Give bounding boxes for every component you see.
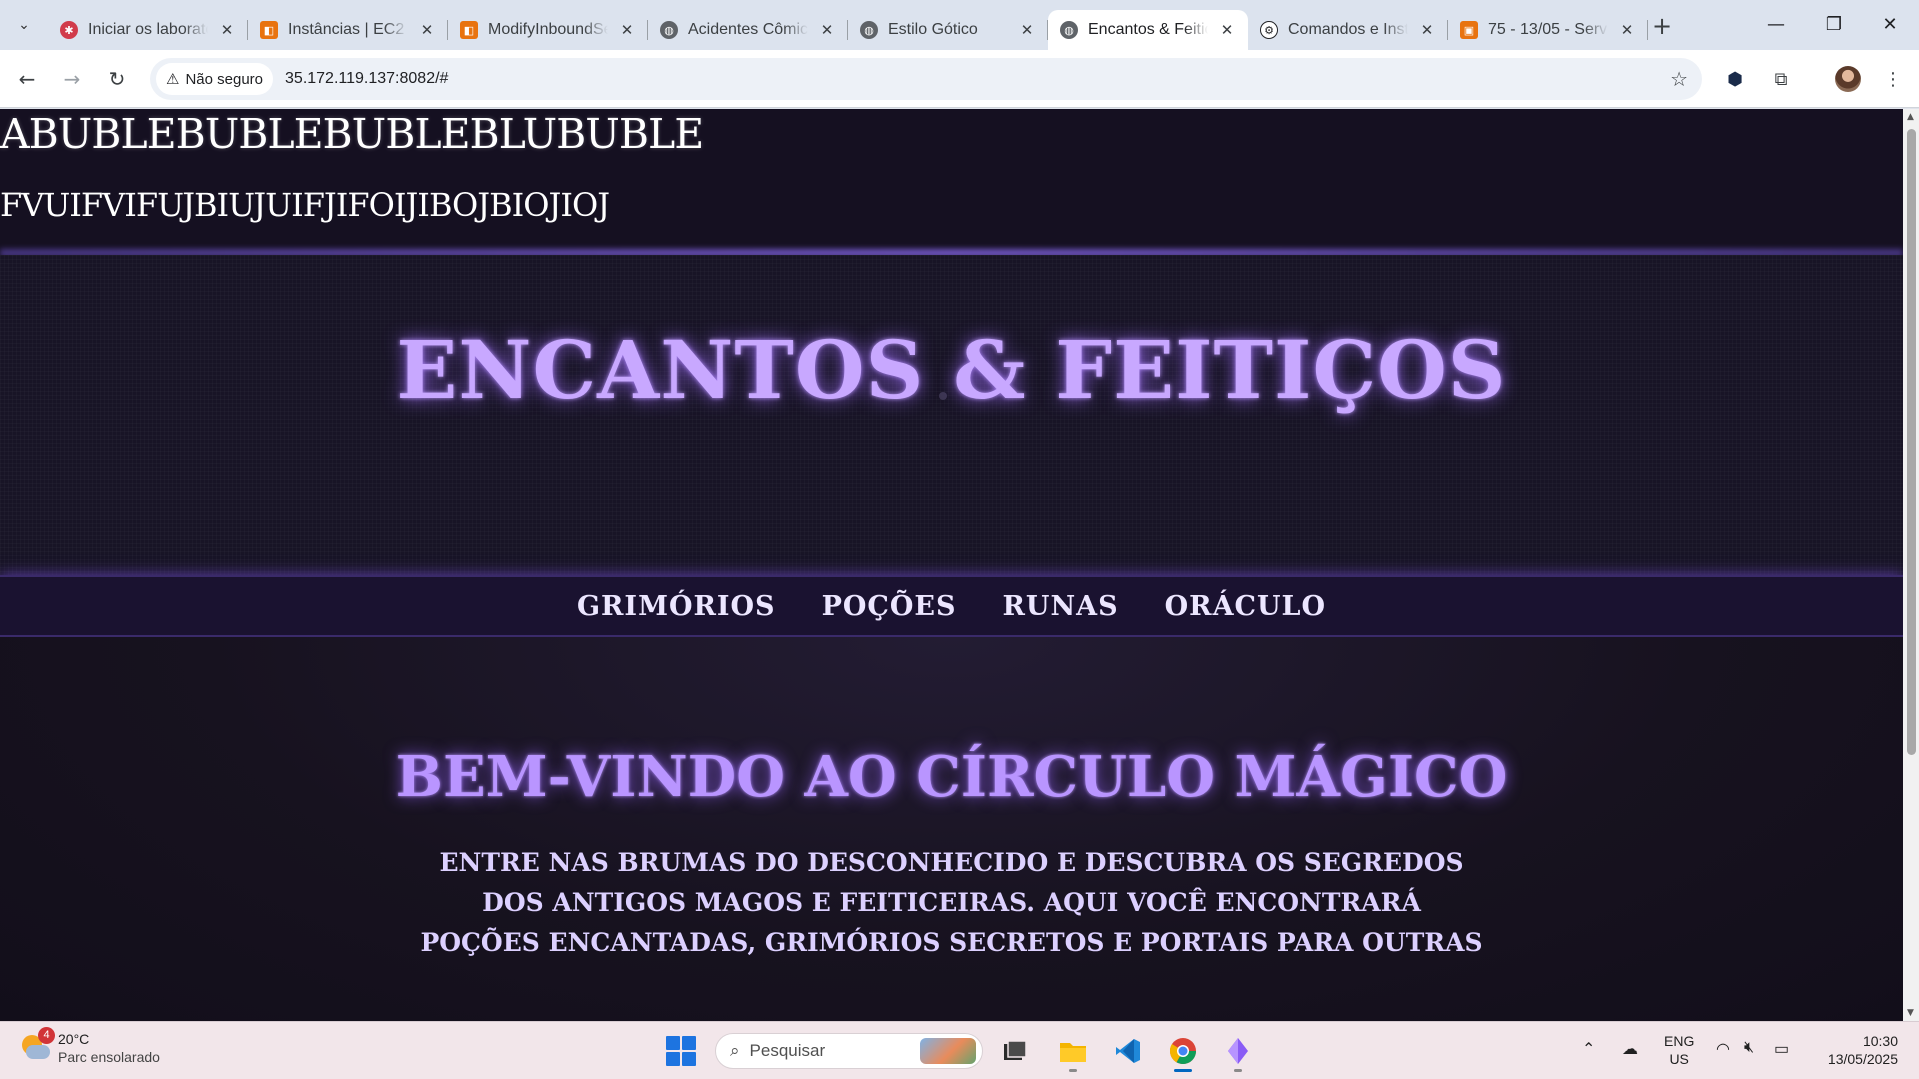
taskbar-search[interactable]: ⌕ Pesquisar [715, 1033, 983, 1069]
chrome-icon[interactable] [1163, 1032, 1203, 1072]
new-tab-button[interactable]: + [1648, 12, 1676, 40]
globe-icon: ◍ [660, 21, 678, 39]
weather-widget[interactable]: 4 20°C Parc ensolarado [20, 1027, 160, 1066]
tab-title: Comandos e Instruções [1288, 21, 1408, 38]
extension-hex-icon[interactable]: ⬢ [1720, 64, 1750, 94]
tab-strip: ⌄ ✱ Iniciar os laboratório ✕ ◧ Instância… [0, 0, 1919, 50]
aws-icon: ◧ [260, 21, 278, 39]
close-window-icon[interactable]: ✕ [1870, 8, 1910, 40]
site-title: ENCANTOS & FEITIÇOS [396, 323, 1507, 417]
nav-grimorios[interactable]: Grimórios [577, 591, 776, 622]
battery-icon[interactable]: ▭ [1774, 1039, 1789, 1059]
profile-avatar[interactable] [1833, 64, 1863, 94]
vscode-icon[interactable] [1108, 1032, 1148, 1070]
tab-title: 75 - 13/05 - Servidores [1488, 21, 1608, 38]
tray-chevron-up-icon[interactable]: ⌃ [1582, 1039, 1595, 1059]
tab-title: Acidentes Cômicos [688, 21, 808, 38]
weather-text: 20°C Parc ensolarado [58, 1030, 160, 1066]
tab-6[interactable]: ⚙ Comandos e Instruções ✕ [1248, 10, 1448, 50]
weather-desc: Parc ensolarado [58, 1049, 160, 1065]
warning-icon: ⚠ [166, 71, 180, 88]
tab-title: Encantos & Feitiços [1088, 21, 1208, 38]
weather-temp: 20°C [58, 1031, 90, 1047]
chatgpt-icon: ⚙ [1260, 21, 1278, 39]
lang-code: ENG [1664, 1033, 1695, 1049]
tab-0[interactable]: ✱ Iniciar os laboratório ✕ [48, 10, 248, 50]
tab-close-icon[interactable]: ✕ [1018, 21, 1036, 39]
wifi-icon[interactable]: ◠ [1716, 1039, 1730, 1059]
back-icon[interactable]: ← [12, 64, 42, 94]
aws-icon: ◧ [460, 21, 478, 39]
page-viewport: abublebublebublebluBuble fvuifvifujbiuju… [0, 109, 1903, 1021]
tab-title: Estilo Gótico [888, 21, 978, 38]
avatar [1835, 66, 1861, 92]
tab-2[interactable]: ◧ ModifyInboundSecurity ✕ [448, 10, 648, 50]
tab-3[interactable]: ◍ Acidentes Cômicos ✕ [648, 10, 848, 50]
tab-title: ModifyInboundSecurity [488, 21, 608, 38]
content-section [0, 637, 1903, 1021]
tab-close-icon[interactable]: ✕ [1218, 21, 1236, 39]
tab-close-icon[interactable]: ✕ [418, 21, 436, 39]
volume-muted-icon[interactable]: 🔇︎ [1744, 1039, 1754, 1057]
file-explorer-icon[interactable] [1053, 1032, 1093, 1072]
forward-icon[interactable]: → [57, 64, 87, 94]
tab-4[interactable]: ◍ Estilo Gótico ✕ [848, 10, 1048, 50]
scroll-thumb[interactable] [1907, 129, 1916, 755]
crystal-app-icon[interactable] [1218, 1032, 1258, 1072]
tab-title: Instâncias | EC2 | [288, 21, 408, 38]
security-label: Não seguro [185, 70, 264, 88]
globe-icon: ◍ [1060, 21, 1078, 39]
onedrive-offline-icon[interactable]: ☁ [1622, 1039, 1638, 1059]
tab-7[interactable]: ▣ 75 - 13/05 - Servidores ✕ [1448, 10, 1648, 50]
windows-start-icon[interactable] [666, 1036, 696, 1066]
system-clock[interactable]: 10:30 13/05/2025 [1818, 1032, 1898, 1068]
intro-paragraph: Entre nas brumas do desconhecido e descu… [420, 848, 1483, 957]
tab-close-icon[interactable]: ✕ [218, 21, 236, 39]
tab-close-icon[interactable]: ✕ [1418, 21, 1436, 39]
tab-close-icon[interactable]: ✕ [818, 21, 836, 39]
nav-runas[interactable]: Runas [1002, 591, 1118, 622]
url-text[interactable]: 35.172.119.137:8082/# [285, 70, 448, 88]
browser-toolbar: ← → ↻ ⚠ Não seguro 35.172.119.137:8082/#… [0, 50, 1919, 108]
globe-icon: ◍ [860, 21, 878, 39]
nav-pocoes[interactable]: Poções [822, 591, 957, 622]
minimize-icon[interactable]: — [1756, 8, 1796, 40]
restore-icon[interactable]: ❐ [1814, 8, 1854, 40]
lang-region: US [1669, 1051, 1689, 1067]
weather-partly-sunny-icon: 4 [20, 1027, 55, 1063]
tab-1[interactable]: ◧ Instâncias | EC2 | ✕ [248, 10, 448, 50]
tab-5-active[interactable]: ◍ Encantos & Feitiços ✕ [1048, 10, 1248, 50]
clock-date: 13/05/2025 [1827, 1051, 1898, 1067]
taskbar: 4 20°C Parc ensolarado ⌕ Pesquisar ⌃ ☁ E… [0, 1021, 1919, 1079]
nav-oraculo[interactable]: Oráculo [1165, 591, 1326, 622]
bookmark-star-icon[interactable]: ☆ [1670, 67, 1688, 91]
search-highlight-image [920, 1038, 976, 1064]
input-language[interactable]: ENG US [1664, 1032, 1694, 1068]
slides-icon: ▣ [1460, 21, 1478, 39]
reload-icon[interactable]: ↻ [102, 64, 132, 94]
address-bar[interactable]: ⚠ Não seguro 35.172.119.137:8082/# ☆ [150, 58, 1702, 100]
header-text-2: fvuifvifujbiujuifjifoijiBojbiojioj [0, 186, 610, 224]
welcome-heading: Bem-vindo ao Círculo Mágico [395, 744, 1508, 810]
tab-list: ✱ Iniciar os laboratório ✕ ◧ Instâncias … [48, 6, 1648, 50]
page-scrollbar[interactable]: ▲ ▼ [1903, 109, 1919, 1021]
tab-search-chevron-icon[interactable]: ⌄ [8, 9, 40, 41]
tab-close-icon[interactable]: ✕ [1618, 21, 1636, 39]
security-chip[interactable]: ⚠ Não seguro [156, 63, 274, 95]
tab-title: Iniciar os laboratório [88, 21, 208, 38]
main-nav: Grimórios Poções Runas Oráculo [0, 575, 1903, 637]
header-text-1: abublebublebublebluBuble [0, 110, 704, 158]
search-placeholder: Pesquisar [749, 1041, 826, 1060]
menu-kebab-icon[interactable]: ⋮ [1878, 64, 1908, 94]
scroll-up-arrow-icon[interactable]: ▲ [1907, 112, 1914, 122]
page-header-bar: abublebublebublebluBuble fvuifvifujbiuju… [0, 109, 1903, 254]
weather-badge: 4 [38, 1027, 55, 1044]
task-view-icon[interactable] [995, 1032, 1035, 1070]
clock-time: 10:30 [1862, 1033, 1898, 1049]
scroll-down-arrow-icon[interactable]: ▼ [1907, 1008, 1914, 1018]
extensions-puzzle-icon[interactable]: ⧉ [1766, 64, 1796, 94]
tab-close-icon[interactable]: ✕ [618, 21, 636, 39]
search-icon: ⌕ [730, 1041, 740, 1060]
aws-academy-icon: ✱ [60, 21, 78, 39]
